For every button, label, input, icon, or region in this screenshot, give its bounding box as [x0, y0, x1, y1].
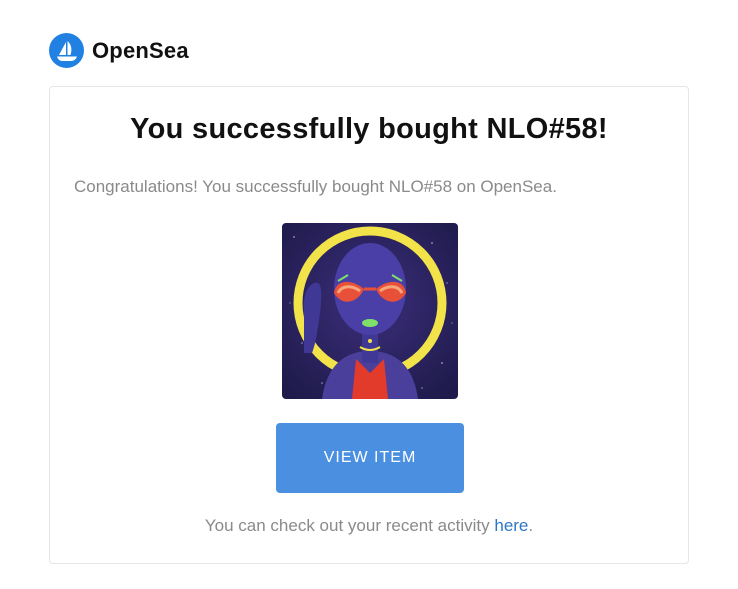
congratulations-message: Congratulations! You successfully bought… [74, 177, 557, 196]
alien-artwork [282, 223, 458, 399]
nft-image[interactable] [282, 223, 458, 399]
here-link[interactable]: here [494, 516, 528, 535]
view-item-button[interactable]: VIEW ITEM [276, 423, 464, 493]
email-page: OpenSea You successfully bought NLO#58! … [0, 0, 738, 589]
activity-suffix: . [528, 516, 534, 535]
opensea-boat-icon [49, 33, 84, 68]
header: OpenSea [49, 33, 189, 68]
purchase-card: You successfully bought NLO#58! Congratu… [49, 86, 689, 564]
page-title: You successfully bought NLO#58! [130, 113, 608, 145]
recent-activity-text: You can check out your recent activity h… [50, 516, 688, 536]
activity-text: You can check out your recent activity [204, 516, 495, 535]
brand-name: OpenSea [92, 37, 189, 63]
